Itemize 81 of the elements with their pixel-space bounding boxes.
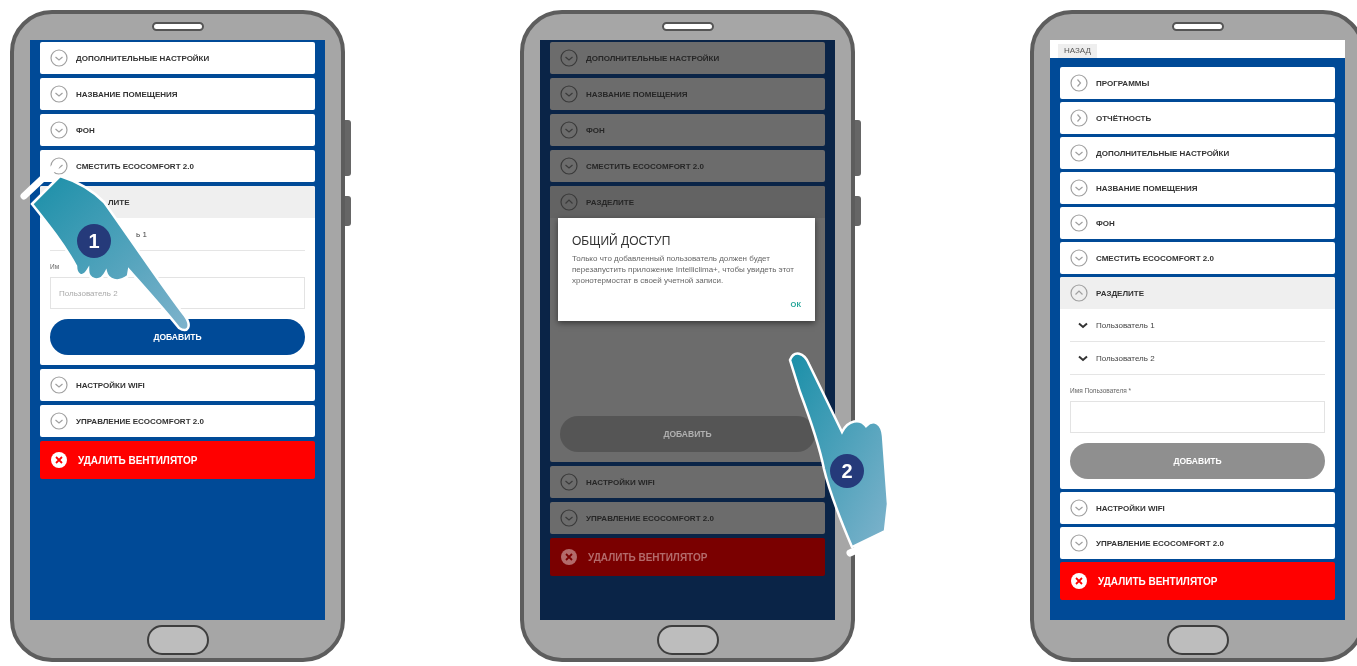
chevron-up-icon [560, 193, 578, 211]
accordion-section[interactable]: ОТЧЁТНОСТЬ [1060, 102, 1335, 134]
delete-button[interactable]: УДАЛИТЬ ВЕНТИЛЯТОР [1060, 562, 1335, 600]
chevron-down-icon [1078, 321, 1088, 329]
section-title: ПРОГРАММЫ [1096, 78, 1150, 88]
section-title: ЛИТЕ [108, 197, 130, 207]
section-title: РАЗДЕЛИТЕ [1096, 288, 1145, 298]
close-circle-icon [560, 548, 578, 566]
accordion-section[interactable]: УПРАВЛЕНИЕ ECOCOMFORT 2.0 [40, 405, 315, 437]
section-title: РАЗДЕЛИТЕ [586, 197, 635, 207]
chevron-down-icon [560, 85, 578, 103]
section-title: ФОН [586, 125, 605, 135]
section-title: ФОН [76, 125, 95, 135]
section-title: НАЗВАНИЕ ПОМЕЩЕНИЯ [586, 89, 688, 99]
accordion-section[interactable]: НАЗВАНИЕ ПОМЕЩЕНИЯ [1060, 172, 1335, 204]
chevron-right-icon [1070, 109, 1088, 127]
home-button[interactable] [656, 625, 719, 655]
chevron-down-icon [50, 121, 68, 139]
accordion-section[interactable]: НАСТРОЙКИ WIFI [1060, 492, 1335, 524]
accordion-section[interactable]: НАСТРОЙКИ WIFI [40, 369, 315, 401]
section-title: ФОН [1096, 218, 1115, 228]
chevron-down-icon [50, 157, 68, 175]
accordion-section[interactable]: УПРАВЛЕНИЕ ECOCOMFORT 2.0 [1060, 527, 1335, 559]
chevron-down-icon [1070, 214, 1088, 232]
section-title: ДОПОЛНИТЕЛЬНЫЕ НАСТРОЙКИ [586, 53, 720, 63]
chevron-down-icon [50, 376, 68, 394]
user-name[interactable]: Пользователь 1 [1096, 320, 1155, 330]
chevron-down-icon [560, 121, 578, 139]
accordion-section[interactable]: ФОН [40, 114, 315, 146]
home-button[interactable] [1166, 625, 1229, 655]
back-tab[interactable]: НАЗАД [1058, 44, 1097, 58]
chevron-down-icon [1070, 144, 1088, 162]
accordion-section[interactable]: СМЕСТИТЬ ECOCOMFORT 2.0 [1060, 242, 1335, 274]
section-title: НАСТРОЙКИ WIFI [76, 380, 145, 390]
chevron-down-icon [1070, 499, 1088, 517]
chevron-down-icon [50, 412, 68, 430]
dialog-title: ОБЩИЙ ДОСТУП [572, 234, 672, 248]
chevron-down-icon [1070, 249, 1088, 267]
section-title: ДОПОЛНИТЕЛЬНЫЕ НАСТРОЙКИ [1096, 148, 1230, 158]
accordion-section[interactable]: ПРОГРАММЫ [1060, 67, 1335, 99]
section-title: СМЕСТИТЬ ECOCOMFORT 2.0 [586, 161, 704, 171]
chevron-down-icon [1078, 354, 1088, 362]
add-button[interactable]: ДОБАВИТЬ [50, 319, 305, 355]
section-title: ДОПОЛНИТЕЛЬНЫЕ НАСТРОЙКИ [76, 53, 210, 63]
chevron-down-icon [560, 473, 578, 491]
chevron-down-icon [560, 509, 578, 527]
section-title: УПРАВЛЕНИЕ ECOCOMFORT 2.0 [1096, 538, 1224, 548]
section-title: НАЗВАНИЕ ПОМЕЩЕНИЯ [76, 89, 178, 99]
section-title: ОТЧЁТНОСТЬ [1096, 113, 1152, 123]
user-name[interactable]: Пользователь 2 [1096, 353, 1155, 363]
chevron-down-icon [50, 85, 68, 103]
accordion-section[interactable]: НАЗВАНИЕ ПОМЕЩЕНИЯ [40, 78, 315, 110]
chevron-down-icon [560, 157, 578, 175]
section-title: НАСТРОЙКИ WIFI [586, 477, 655, 487]
dialog-message: Только что добавленный пользователь должен будет перезапустить приложение Intelliclima+, чтобы увидеть этот хронотермостат в своей учетной записи. [572, 254, 796, 287]
speaker-slot [661, 22, 714, 31]
accordion-section[interactable]: ДОПОЛНИТЕЛЬНЫЕ НАСТРОЙКИ [1060, 137, 1335, 169]
chevron-right-icon [1070, 74, 1088, 92]
close-circle-icon [1070, 572, 1088, 590]
chevron-down-icon [560, 49, 578, 67]
section-title: УПРАВЛЕНИЕ ECOCOMFORT 2.0 [586, 513, 714, 523]
chevron-up-icon [1070, 284, 1088, 302]
section-title: НАЗВАНИЕ ПОМЕЩЕНИЯ [1096, 183, 1198, 193]
accordion-section[interactable]: ДОПОЛНИТЕЛЬНЫЕ НАСТРОЙКИ [40, 42, 315, 74]
accordion-section[interactable]: ФОН [1060, 207, 1335, 239]
delete-button[interactable]: УДАЛИТЬ ВЕНТИЛЯТОР [40, 441, 315, 479]
user-name[interactable]: ь 1 [136, 229, 147, 239]
chevron-down-icon [1070, 179, 1088, 197]
accordion-section[interactable]: СМЕСТИТЬ ECOCOMFORT 2.0 [40, 150, 315, 182]
section-title: НАСТРОЙКИ WIFI [1096, 503, 1165, 513]
close-circle-icon [50, 451, 68, 469]
chevron-down-icon [1070, 534, 1088, 552]
section-title: СМЕСТИТЬ ECOCOMFORT 2.0 [1096, 253, 1214, 263]
input-field[interactable]: Пользователь 2 [50, 277, 305, 309]
home-button[interactable] [146, 625, 209, 655]
input-field[interactable] [1070, 401, 1325, 433]
chevron-down-icon [50, 49, 68, 67]
section-title: УПРАВЛЕНИЕ ECOCOMFORT 2.0 [76, 416, 204, 426]
speaker-slot [151, 22, 204, 31]
speaker-slot [1171, 22, 1224, 31]
section-title: СМЕСТИТЬ ECOCOMFORT 2.0 [76, 161, 194, 171]
